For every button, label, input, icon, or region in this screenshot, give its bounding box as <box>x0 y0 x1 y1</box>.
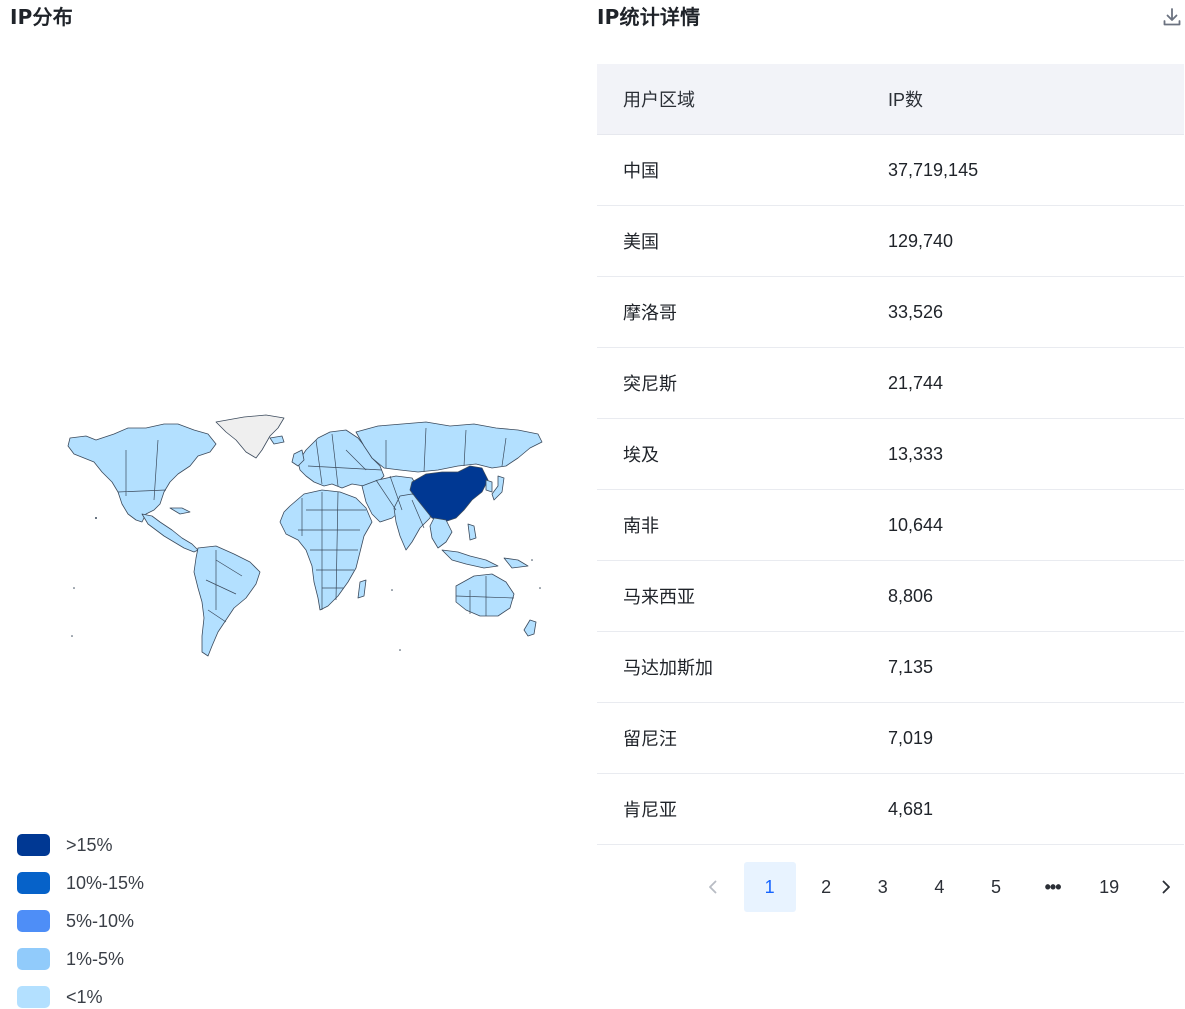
chevron-right-icon <box>1160 879 1172 895</box>
map-island-dot <box>539 587 541 589</box>
page-button-3[interactable]: 3 <box>857 862 909 912</box>
ip-distribution-panel: IP分布 >15% 10%-15% 5%-10% 1%-5% <1% <box>0 0 560 1009</box>
map-region-philippines[interactable] <box>467 523 477 541</box>
cell-region: 肯尼亚 <box>623 800 677 821</box>
table-row[interactable]: 留尼汪 7,019 <box>597 703 1184 774</box>
legend-label: 5%-10% <box>66 910 135 931</box>
map-island-dot <box>95 517 97 519</box>
map-region-greenland[interactable] <box>215 414 285 459</box>
table-row[interactable]: 美国 129,740 <box>597 206 1184 277</box>
table-row[interactable]: 埃及 13,333 <box>597 419 1184 490</box>
map-region-russia[interactable] <box>355 421 543 473</box>
cell-ip-count: 10,644 <box>888 514 944 535</box>
table-row[interactable]: 中国 37,719,145 <box>597 135 1184 206</box>
cell-ip-count: 4,681 <box>888 798 934 819</box>
legend-label: >15% <box>66 834 113 855</box>
legend-label: 1%-5% <box>66 948 125 969</box>
column-header-region: 用户区域 <box>623 90 695 111</box>
cell-ip-count: 33,526 <box>888 301 944 322</box>
table-row[interactable]: 马来西亚 8,806 <box>597 561 1184 632</box>
table-panel-title: IP统计详情 <box>597 5 701 29</box>
cell-region: 马来西亚 <box>623 587 695 608</box>
legend-item[interactable]: 5%-10% <box>17 902 144 940</box>
next-page-button[interactable] <box>1140 862 1185 912</box>
legend-swatch <box>17 910 50 932</box>
cell-region: 埃及 <box>623 445 659 466</box>
map-region-korea[interactable] <box>485 479 493 493</box>
map-region-indonesia[interactable] <box>441 549 499 569</box>
cell-region: 留尼汪 <box>623 729 677 750</box>
map-region-new-guinea[interactable] <box>503 557 529 569</box>
cell-region: 摩洛哥 <box>623 303 677 324</box>
legend-item[interactable]: 1%-5% <box>17 940 144 978</box>
table-row[interactable]: 肯尼亚 4,681 <box>597 774 1184 845</box>
map-legend: >15% 10%-15% 5%-10% 1%-5% <1% <box>17 826 144 1009</box>
map-region-central-america[interactable] <box>141 513 199 553</box>
map-region-south-america[interactable] <box>193 545 261 657</box>
column-header-ip-count: IP数 <box>888 90 924 110</box>
table-row[interactable]: 马达加斯加 7,135 <box>597 632 1184 703</box>
table-row[interactable]: 南非 10,644 <box>597 490 1184 561</box>
page-button-2[interactable]: 2 <box>800 862 852 912</box>
table-row[interactable]: 突尼斯 21,744 <box>597 348 1184 419</box>
ip-stats-panel: IP统计详情 用户区域 IP数 中国 37,719,145 美国 129,740… <box>597 0 1185 1009</box>
page-button-4[interactable]: 4 <box>913 862 965 912</box>
map-island-dot <box>391 589 393 591</box>
cell-region: 中国 <box>623 161 659 182</box>
map-panel-title: IP分布 <box>10 5 73 29</box>
chevron-left-icon <box>707 879 719 895</box>
pagination: 1 2 3 4 5 ••• 19 <box>687 862 1185 912</box>
map-region-north-america[interactable] <box>67 423 217 523</box>
cell-ip-count: 129,740 <box>888 230 954 251</box>
map-island-dot <box>71 635 73 637</box>
legend-swatch <box>17 986 50 1008</box>
map-region-iceland[interactable] <box>269 435 285 445</box>
page-button-5[interactable]: 5 <box>970 862 1022 912</box>
cell-region: 突尼斯 <box>623 374 677 395</box>
map-island-dot <box>531 559 533 561</box>
legend-swatch <box>17 834 50 856</box>
table-row[interactable]: 摩洛哥 33,526 <box>597 277 1184 348</box>
legend-item[interactable]: <1% <box>17 978 144 1009</box>
cell-ip-count: 21,744 <box>888 372 944 393</box>
legend-item[interactable]: >15% <box>17 826 144 864</box>
cell-ip-count: 8,806 <box>888 585 934 606</box>
legend-swatch <box>17 872 50 894</box>
table-header: 用户区域 IP数 <box>597 64 1184 135</box>
cell-ip-count: 13,333 <box>888 443 944 464</box>
legend-label: <1% <box>66 986 103 1007</box>
page-ellipsis-button[interactable]: ••• <box>1027 862 1079 912</box>
map-region-southeast-asia[interactable] <box>429 517 453 549</box>
ip-stats-table: 用户区域 IP数 中国 37,719,145 美国 129,740 摩洛哥 33… <box>597 64 1184 845</box>
map-region-japan[interactable] <box>491 475 505 501</box>
cell-ip-count: 7,135 <box>888 656 934 677</box>
cell-region: 马达加斯加 <box>623 658 713 679</box>
map-region-australia[interactable] <box>455 573 515 617</box>
cell-region: 美国 <box>623 232 659 253</box>
world-map-svg <box>67 414 543 657</box>
download-icon[interactable] <box>1161 6 1183 28</box>
map-region-new-zealand[interactable] <box>523 619 537 637</box>
legend-item[interactable]: 10%-15% <box>17 864 144 902</box>
cell-ip-count: 7,019 <box>888 727 934 748</box>
prev-page-button[interactable] <box>687 862 739 912</box>
page-button-1[interactable]: 1 <box>743 862 796 912</box>
legend-swatch <box>17 948 50 970</box>
cell-ip-count: 37,719,145 <box>888 159 979 180</box>
map-island-dot <box>399 649 401 651</box>
legend-label: 10%-15% <box>66 872 145 893</box>
page-button-19[interactable]: 19 <box>1083 862 1135 912</box>
map-region-madagascar[interactable] <box>357 579 367 599</box>
world-map[interactable] <box>66 410 544 660</box>
map-island-dot <box>73 587 75 589</box>
map-region-caribbean[interactable] <box>169 507 191 515</box>
cell-region: 南非 <box>623 516 659 537</box>
